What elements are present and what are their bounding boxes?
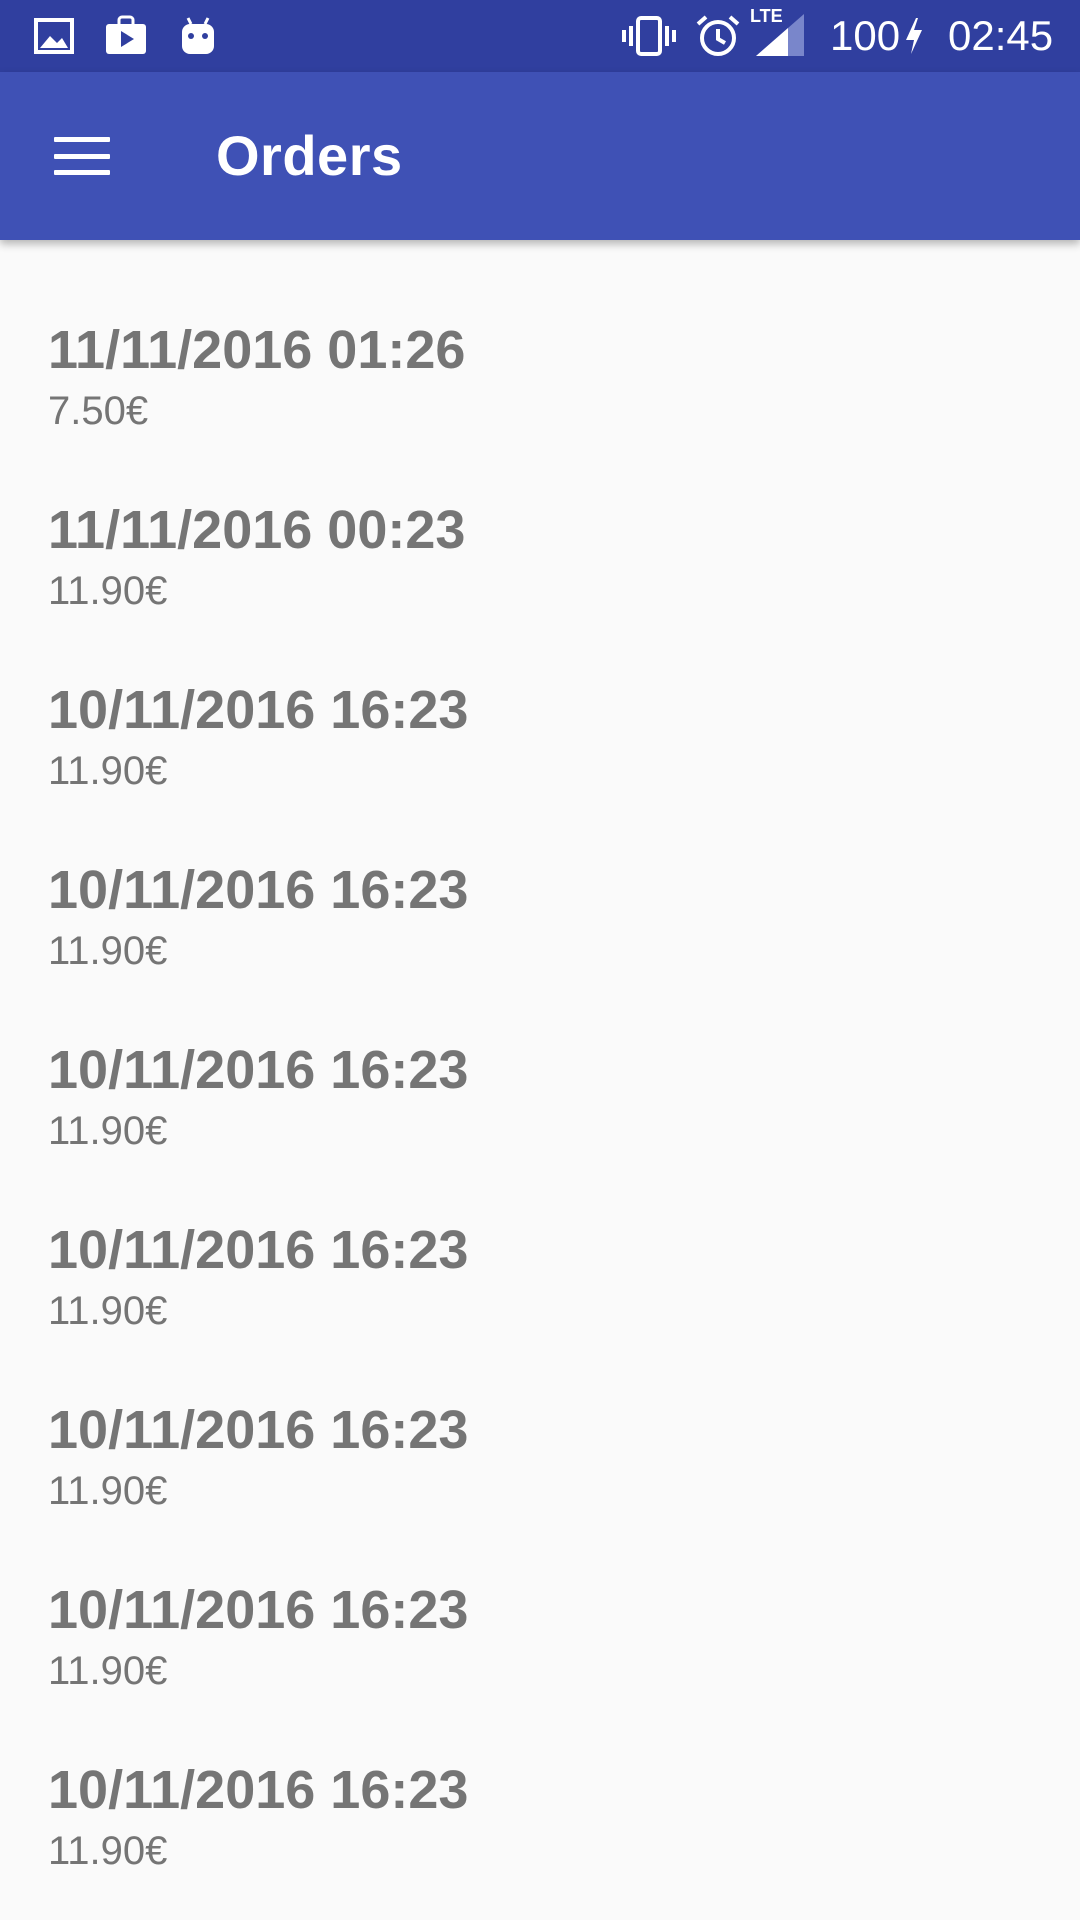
order-list-item[interactable]: 10/11/2016 16:23 11.90€ (0, 1140, 1080, 1333)
order-list-item[interactable]: 10/11/2016 16:23 11.90€ (0, 600, 1080, 793)
order-date: 11/11/2016 01:26 (48, 320, 466, 380)
gallery-icon (34, 18, 74, 54)
order-date: 10/11/2016 16:23 (48, 1760, 469, 1820)
vibrate-icon (622, 16, 676, 56)
order-list-item[interactable]: 10/11/2016 16:23 11.90€ (0, 1500, 1080, 1693)
status-bar: LTE 100 02:45 (0, 0, 1080, 72)
android-icon (182, 17, 214, 54)
order-date: 10/11/2016 16:23 (48, 1220, 469, 1280)
order-date: 10/11/2016 16:23 (48, 1580, 469, 1640)
page-title: Orders (216, 124, 403, 187)
alarm-icon (696, 15, 740, 56)
app-bar: Orders (0, 72, 1080, 240)
battery-level: 100 (830, 12, 901, 59)
order-date: 10/11/2016 16:23 (48, 1400, 469, 1460)
clock-time: 02:45 (948, 12, 1054, 59)
hamburger-menu-icon (54, 137, 110, 175)
order-date: 10/11/2016 16:23 (48, 860, 469, 920)
order-date: 10/11/2016 16:23 (48, 1040, 469, 1100)
order-list-item[interactable]: 10/11/2016 16:23 11.90€ (0, 780, 1080, 973)
order-date: 10/11/2016 16:23 (48, 680, 469, 740)
order-list-item[interactable]: 10/11/2016 16:23 11.90€ (0, 1320, 1080, 1513)
order-list-item[interactable]: 10/11/2016 16:23 11.90€ (0, 960, 1080, 1153)
order-list: 11/11/2016 01:26 7.50€ 11/11/2016 00:23 … (0, 240, 1080, 1920)
lte-label: LTE (750, 6, 783, 26)
order-date: 11/11/2016 00:23 (48, 500, 466, 560)
charging-icon (906, 18, 922, 54)
menu-button[interactable] (34, 108, 130, 204)
play-store-icon (106, 15, 146, 54)
order-list-item[interactable]: 10/11/2016 16:23 11.90€ (0, 1680, 1080, 1873)
order-price: 11.90€ (48, 1829, 168, 1873)
order-list-item[interactable]: 11/11/2016 01:26 7.50€ (0, 240, 1080, 433)
order-list-item[interactable]: 11/11/2016 00:23 11.90€ (0, 420, 1080, 613)
